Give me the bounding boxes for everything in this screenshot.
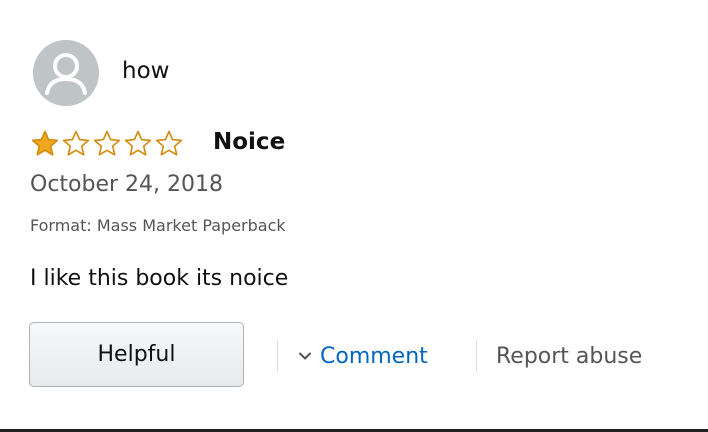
- review-card: how Noice October 24, 2018 Format: Mass …: [0, 0, 708, 432]
- report-abuse-link[interactable]: Report abuse: [496, 340, 642, 372]
- star-filled-icon: [31, 130, 59, 156]
- star-empty-icon: [124, 130, 152, 156]
- action-divider: [277, 340, 278, 372]
- star-rating: [30, 129, 184, 159]
- star-empty-icon: [93, 130, 121, 156]
- star-empty-icon: [62, 130, 90, 156]
- reviewer-name[interactable]: how: [122, 56, 169, 86]
- review-body: I like this book its noice: [30, 266, 289, 291]
- avatar-icon: [33, 40, 99, 106]
- review-format[interactable]: Format: Mass Market Paperback: [30, 214, 286, 238]
- comment-link[interactable]: Comment: [298, 340, 428, 372]
- helpful-button[interactable]: Helpful: [29, 322, 244, 387]
- chevron-down-icon: [299, 352, 311, 360]
- action-divider: [476, 340, 477, 372]
- comment-label: Comment: [320, 343, 428, 369]
- star-empty-icon: [155, 130, 183, 156]
- review-title[interactable]: Noice: [213, 127, 285, 157]
- review-date: October 24, 2018: [30, 172, 224, 197]
